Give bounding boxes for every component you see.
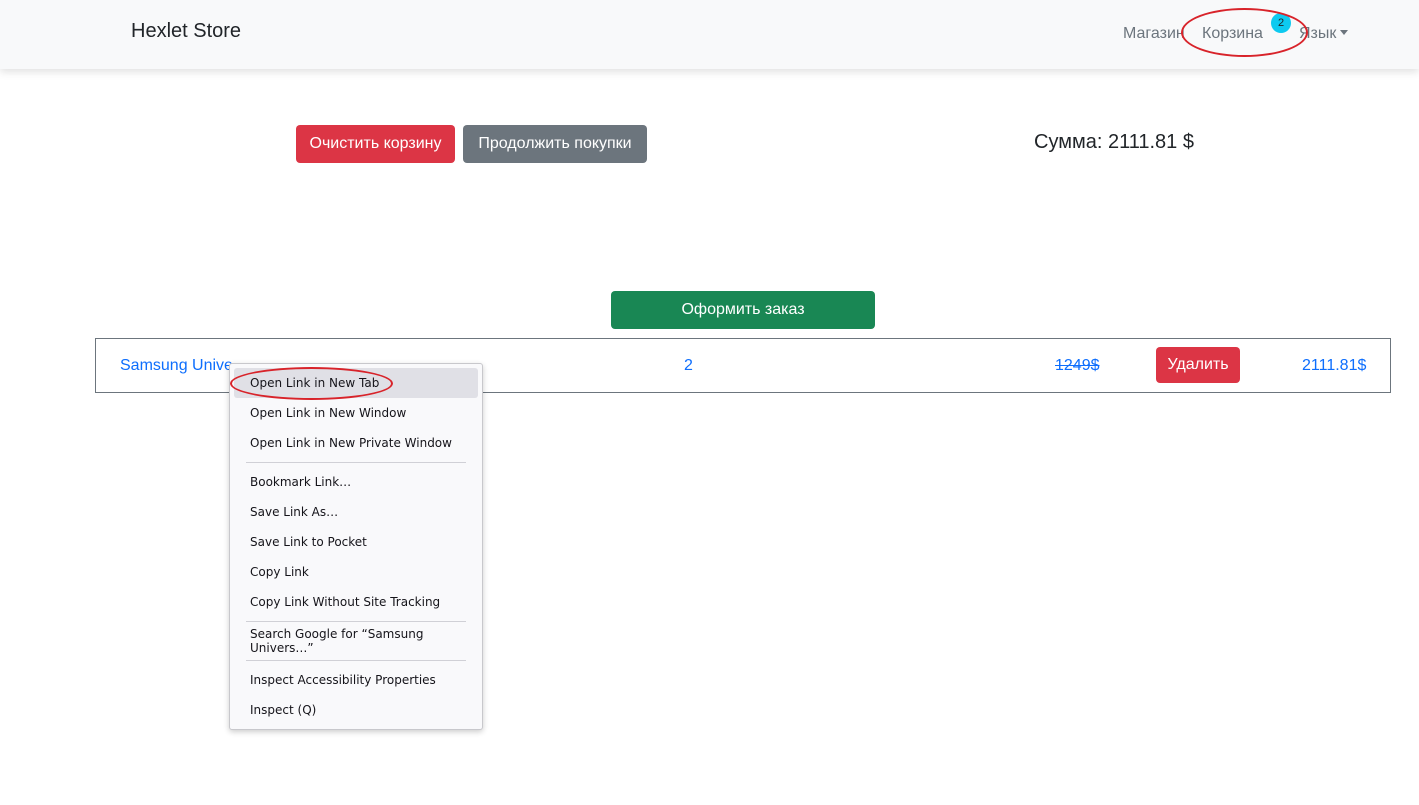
menu-item-inspect-accessibility[interactable]: Inspect Accessibility Properties: [234, 665, 478, 695]
menu-item-search-google[interactable]: Search Google for “Samsung Univers…”: [234, 626, 478, 656]
clear-cart-button[interactable]: Очистить корзину: [296, 125, 455, 163]
cart-item-total: 2111.81$: [1302, 357, 1367, 374]
cart-item-quantity: 2: [684, 357, 693, 374]
place-order-button[interactable]: Оформить заказ: [611, 291, 875, 329]
menu-item-save-link-as[interactable]: Save Link As…: [234, 497, 478, 527]
nav-link-cart[interactable]: Корзина: [1202, 25, 1263, 43]
cart-item-name-link[interactable]: Samsung Unive: [120, 357, 233, 375]
cart-sum: Сумма: 2111.81 $: [1034, 131, 1194, 153]
nav-dropdown-language[interactable]: Язык: [1299, 25, 1349, 43]
menu-item-inspect[interactable]: Inspect (Q): [234, 695, 478, 725]
menu-item-copy-link-no-tracking[interactable]: Copy Link Without Site Tracking: [234, 587, 478, 617]
delete-item-button[interactable]: Удалить: [1156, 347, 1240, 383]
menu-separator: [246, 462, 466, 463]
nav-dropdown-language-label: Язык: [1299, 25, 1337, 42]
caret-down-icon: [1340, 30, 1349, 35]
brand-logo[interactable]: Hexlet Store: [131, 20, 241, 43]
navbar: Hexlet Store Магазин Корзина 2 Язык: [0, 0, 1419, 69]
menu-item-copy-link[interactable]: Copy Link: [234, 557, 478, 587]
context-menu: Open Link in New Tab Open Link in New Wi…: [229, 363, 483, 730]
menu-item-open-new-tab[interactable]: Open Link in New Tab: [234, 368, 478, 398]
menu-item-open-new-window[interactable]: Open Link in New Window: [234, 398, 478, 428]
menu-item-save-to-pocket[interactable]: Save Link to Pocket: [234, 527, 478, 557]
menu-separator: [246, 621, 466, 622]
cart-count-badge: 2: [1271, 13, 1291, 33]
continue-shopping-button[interactable]: Продолжить покупки: [463, 125, 647, 163]
menu-item-open-private-window[interactable]: Open Link in New Private Window: [234, 428, 478, 458]
nav-link-shop[interactable]: Магазин: [1123, 25, 1185, 43]
cart-item-old-price: 1249$: [1055, 357, 1100, 374]
menu-item-bookmark-link[interactable]: Bookmark Link…: [234, 467, 478, 497]
menu-separator: [246, 660, 466, 661]
